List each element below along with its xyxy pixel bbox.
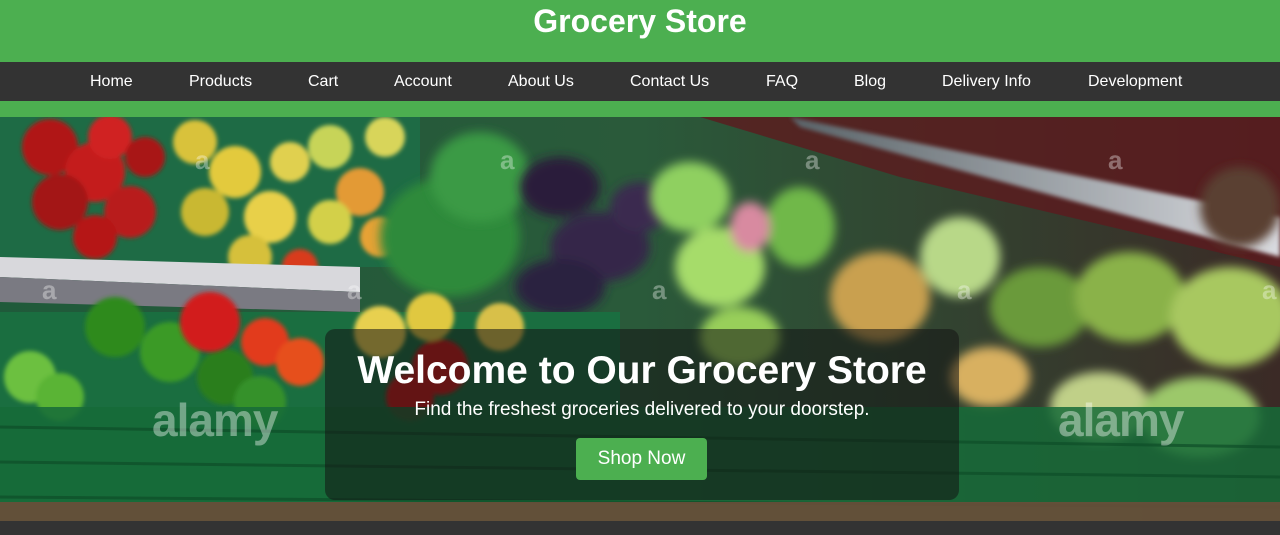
nav-item-cart[interactable]: Cart <box>308 62 338 101</box>
site-header: Grocery Store <box>0 0 1280 62</box>
svg-text:a: a <box>1262 275 1277 305</box>
main-nav: Home Products Cart Account About Us Cont… <box>0 62 1280 101</box>
watermark-left: alamy <box>152 394 278 446</box>
shop-now-button[interactable]: Shop Now <box>576 438 707 480</box>
svg-text:a: a <box>347 275 362 305</box>
hero-card: Welcome to Our Grocery Store Find the fr… <box>325 329 959 500</box>
hero-subtitle: Find the freshest groceries delivered to… <box>414 399 870 420</box>
watermark-right: alamy <box>1058 394 1184 446</box>
nav-item-contact-us[interactable]: Contact Us <box>630 62 709 101</box>
nav-item-delivery-info[interactable]: Delivery Info <box>942 62 1031 101</box>
nav-accent-strip <box>0 101 1280 117</box>
nav-item-development[interactable]: Development <box>1088 62 1182 101</box>
svg-text:a: a <box>652 275 667 305</box>
nav-item-products[interactable]: Products <box>189 62 252 101</box>
site-title: Grocery Store <box>533 3 747 39</box>
svg-text:a: a <box>42 275 57 305</box>
hero-title: Welcome to Our Grocery Store <box>357 349 927 392</box>
nav-item-account[interactable]: Account <box>394 62 452 101</box>
nav-item-about-us[interactable]: About Us <box>508 62 574 101</box>
svg-text:a: a <box>957 275 972 305</box>
svg-text:a: a <box>1108 145 1123 175</box>
footer-band <box>0 521 1280 535</box>
nav-item-faq[interactable]: FAQ <box>766 62 798 101</box>
hero-banner: a a a a a a a a a alamy alamy Welcome to… <box>0 117 1280 521</box>
svg-text:a: a <box>805 145 820 175</box>
svg-text:a: a <box>500 145 515 175</box>
nav-item-blog[interactable]: Blog <box>854 62 886 101</box>
svg-text:a: a <box>195 145 210 175</box>
nav-item-home[interactable]: Home <box>90 62 133 101</box>
